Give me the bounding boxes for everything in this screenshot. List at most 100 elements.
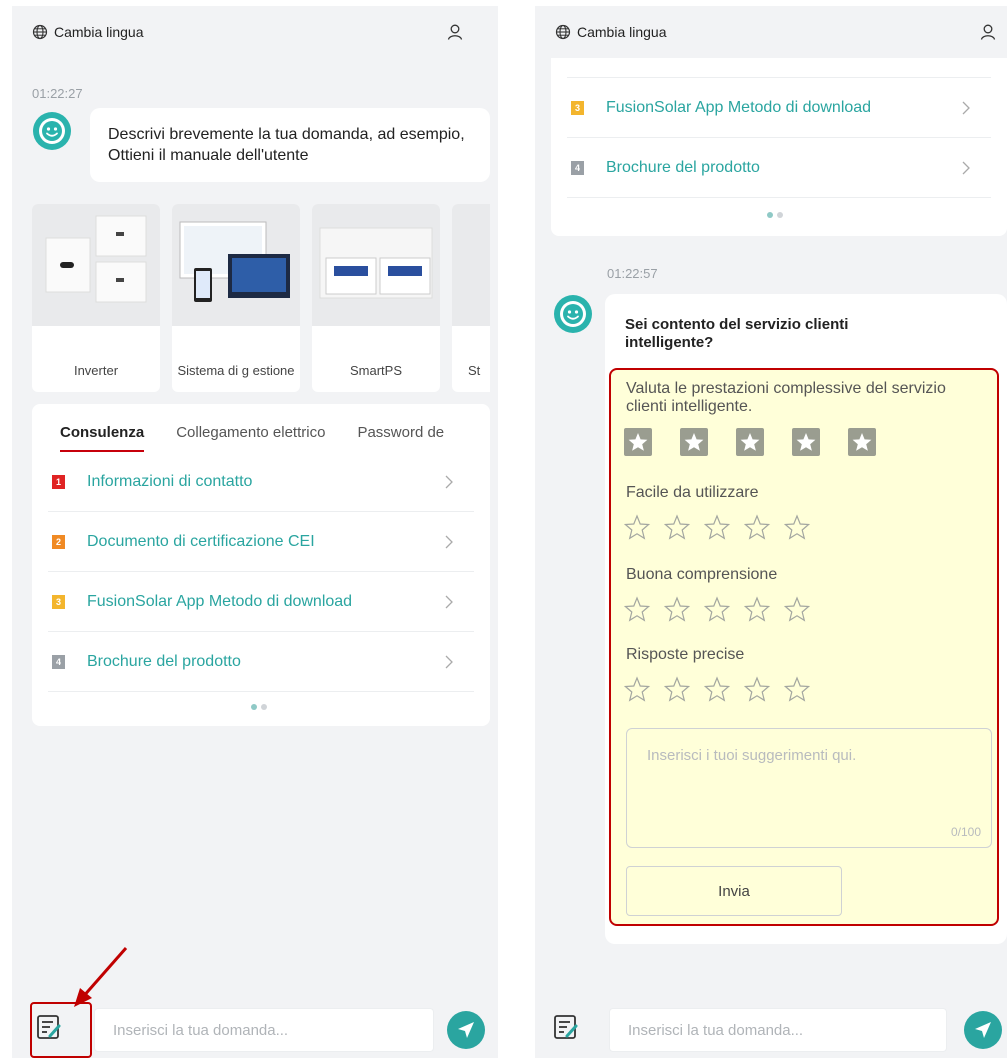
chevron-right-icon (445, 655, 453, 668)
pagination-dots[interactable] (767, 212, 783, 218)
survey-form: Valuta le prestazioni complessive del se… (609, 368, 999, 926)
faq-number-badge: 3 (571, 100, 584, 115)
faq-number-badge: 4 (571, 160, 584, 175)
chat-panel-left: Cambia lingua 01:22:27 Descrivi brevemen… (12, 6, 498, 1058)
star-outline-icon[interactable] (624, 596, 664, 624)
question-input[interactable] (94, 1008, 434, 1052)
tab-consulenza[interactable]: Consulenza (60, 424, 145, 452)
pagination-dot-active[interactable] (767, 212, 773, 218)
question-label-ease: Facile da utilizzare (626, 484, 759, 501)
user-icon[interactable] (979, 23, 997, 41)
faq-item-label[interactable]: FusionSolar App Metodo di download (606, 99, 961, 117)
star-outline-icon[interactable] (744, 596, 784, 624)
product-image (452, 204, 490, 326)
faq-item[interactable]: 4 Brochure del prodotto (48, 632, 474, 692)
star-outline-icon[interactable] (744, 514, 784, 542)
faq-item[interactable]: 1 Informazioni di contatto (48, 452, 474, 512)
suggestion-placeholder: Inserisci i tuoi suggerimenti qui. (647, 747, 857, 764)
submit-button[interactable]: Invia (626, 866, 842, 916)
product-label: SmartPS (349, 363, 402, 378)
star-outline-icon[interactable] (704, 596, 744, 624)
globe-icon[interactable] (32, 24, 48, 40)
star-outline-icon[interactable] (704, 514, 744, 542)
pointer-arrow-icon (74, 947, 128, 1007)
question-label-accuracy: Risposte precise (626, 646, 745, 663)
star-outline-icon[interactable] (664, 676, 704, 704)
globe-icon[interactable] (555, 24, 571, 40)
management-system-image-icon (179, 221, 290, 302)
product-card-partial[interactable]: St (452, 204, 490, 392)
change-language-link[interactable]: Cambia lingua (54, 24, 144, 40)
faq-item-label[interactable]: Informazioni di contatto (87, 473, 444, 491)
faq-item-label[interactable]: Documento di certificazione CEI (87, 533, 444, 551)
faq-item-hidden (567, 58, 991, 78)
rating-stars-understanding[interactable] (624, 596, 824, 624)
user-icon[interactable] (446, 23, 464, 41)
greeting-bubble: Descrivi brevemente la tua domanda, ad e… (90, 108, 490, 182)
greeting-text: Descrivi brevemente la tua domanda, ad e… (108, 126, 465, 164)
rating-stars-accuracy[interactable] (624, 676, 824, 704)
star-outline-icon[interactable] (624, 676, 664, 704)
chevron-right-icon (962, 101, 970, 114)
overall-rating-label: Valuta le prestazioni complessive del se… (626, 380, 946, 415)
rating-stars-ease[interactable] (624, 514, 824, 542)
faq-item[interactable]: 3 FusionSolar App Metodo di download (48, 572, 474, 632)
star-solid-icon[interactable] (847, 428, 903, 456)
faq-item[interactable]: 4 Brochure del prodotto (567, 138, 991, 198)
faq-number-badge: 1 (52, 474, 65, 489)
star-solid-icon[interactable] (735, 428, 791, 456)
faq-item[interactable]: 3 FusionSolar App Metodo di download (567, 78, 991, 138)
highlight-outline (30, 1002, 92, 1058)
product-image (172, 204, 300, 326)
survey-bubble: Sei contento del servizio clienti intell… (605, 294, 1007, 944)
top-bar: Cambia lingua (535, 6, 1007, 58)
faq-number-badge: 3 (52, 594, 65, 609)
overall-rating-stars[interactable] (623, 428, 903, 456)
pagination-dot[interactable] (261, 704, 267, 710)
message-timestamp: 01:22:57 (607, 266, 658, 281)
star-outline-icon[interactable] (784, 596, 824, 624)
tab-password[interactable]: Password de (357, 424, 444, 454)
star-solid-icon[interactable] (623, 428, 679, 456)
send-icon[interactable] (963, 1010, 1003, 1050)
survey-title: Sei contento del servizio clienti intell… (625, 316, 849, 351)
star-solid-icon[interactable] (791, 428, 847, 456)
suggestion-textarea[interactable]: Inserisci i tuoi suggerimenti qui. 0/100 (626, 728, 992, 848)
faq-item-label[interactable]: Brochure del prodotto (87, 653, 444, 671)
star-outline-icon[interactable] (784, 514, 824, 542)
star-outline-icon[interactable] (664, 596, 704, 624)
input-bar (535, 1000, 1007, 1058)
feedback-note-icon[interactable] (553, 1014, 579, 1040)
question-label-understanding: Buona comprensione (626, 566, 778, 583)
chevron-right-icon (445, 595, 453, 608)
product-label: Inverter (73, 363, 119, 378)
change-language-link[interactable]: Cambia lingua (577, 24, 667, 40)
faq-tabs: Consulenza Collegamento elettrico Passwo… (60, 424, 444, 454)
star-solid-icon[interactable] (679, 428, 735, 456)
product-label: Sistema di g estione (177, 363, 295, 378)
pagination-dots[interactable] (251, 704, 267, 710)
star-outline-icon[interactable] (624, 514, 664, 542)
tab-collegamento-elettrico[interactable]: Collegamento elettrico (176, 424, 325, 454)
character-counter: 0/100 (950, 825, 981, 839)
product-card-smartps[interactable]: SmartPS (312, 204, 440, 392)
star-outline-icon[interactable] (704, 676, 744, 704)
pagination-dot[interactable] (777, 212, 783, 218)
pagination-dot-active[interactable] (251, 704, 257, 710)
send-icon[interactable] (446, 1010, 486, 1050)
faq-number-badge: 2 (52, 534, 65, 549)
star-outline-icon[interactable] (784, 676, 824, 704)
star-outline-icon[interactable] (664, 514, 704, 542)
star-outline-icon[interactable] (744, 676, 784, 704)
faq-item[interactable]: 2 Documento di certificazione CEI (48, 512, 474, 572)
chat-panel-right: Cambia lingua 3 FusionSolar App Metodo d… (535, 6, 1007, 1058)
question-input[interactable] (609, 1008, 947, 1052)
chevron-right-icon (445, 535, 453, 548)
product-card-management-system[interactable]: Sistema di g estione (172, 204, 300, 392)
chevron-right-icon (445, 475, 453, 488)
faq-item-label[interactable]: FusionSolar App Metodo di download (87, 593, 444, 611)
product-image (32, 204, 160, 326)
product-card-inverter[interactable]: Inverter (32, 204, 160, 392)
faq-item-label[interactable]: Brochure del prodotto (606, 159, 961, 177)
product-carousel[interactable]: Inverter Sistema di g estione SmartPS St (32, 204, 490, 394)
